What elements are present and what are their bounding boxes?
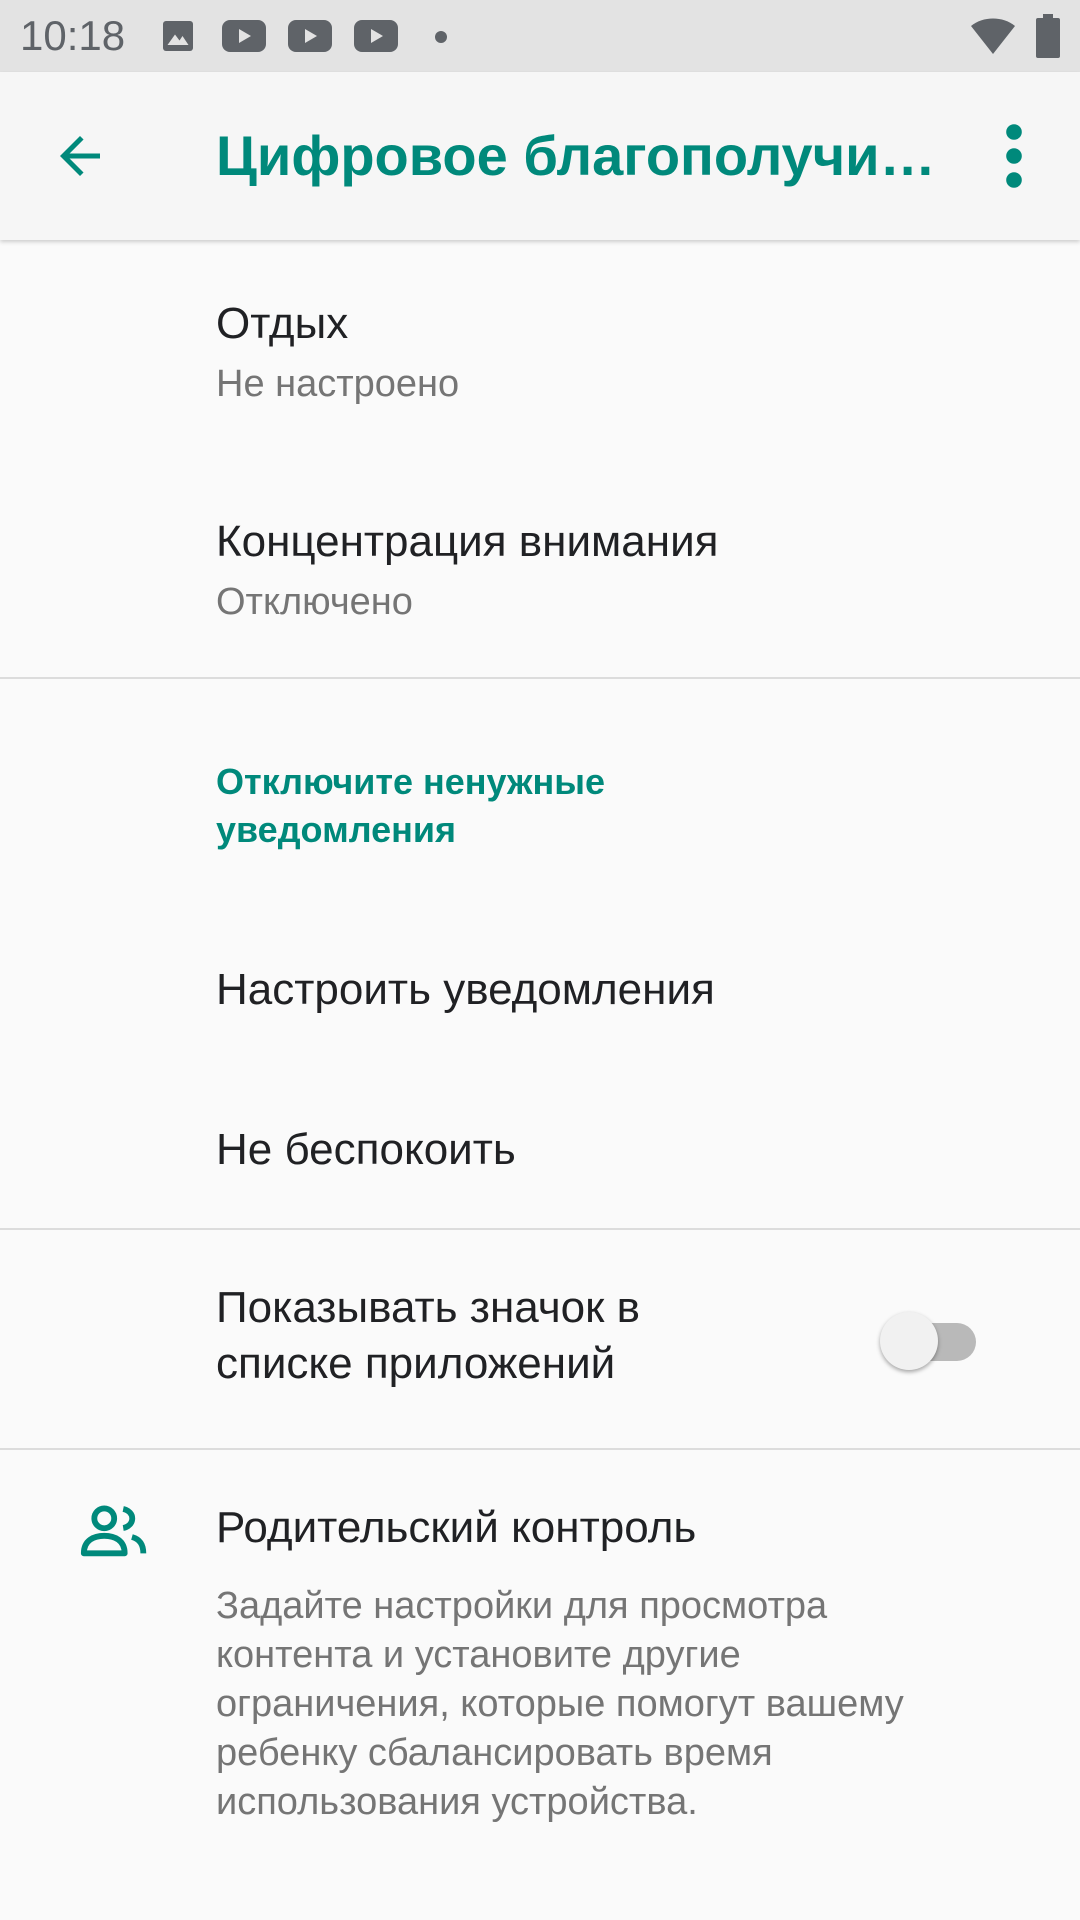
do-not-disturb-item[interactable]: Не беспокоить — [0, 1070, 1080, 1230]
switch-thumb — [880, 1312, 938, 1370]
focus-mode-summary: Отключено — [216, 581, 413, 623]
notification-dot-icon — [435, 31, 447, 43]
wifi-icon — [971, 18, 1015, 54]
more-vert-icon — [1006, 124, 1022, 188]
parental-controls-title: Родительский контроль — [216, 1503, 697, 1552]
focus-mode-title: Концентрация внимания — [216, 517, 719, 566]
parental-controls-summary: Задайте настройки для просмотра контента… — [216, 1582, 1036, 1827]
manage-notifications-title: Настроить уведомления — [216, 965, 715, 1014]
youtube-icon — [354, 20, 398, 52]
back-button[interactable] — [40, 116, 120, 196]
summary-line: контента и установите другие — [216, 1634, 741, 1676]
youtube-icon — [288, 20, 332, 52]
category-line-2: уведомления — [216, 809, 456, 850]
gallery-icon — [163, 21, 193, 51]
status-time: 10:18 — [20, 12, 126, 59]
divider — [0, 677, 1080, 679]
youtube-icon — [222, 20, 266, 52]
manage-notifications-item[interactable]: Настроить уведомления — [0, 910, 1080, 1070]
do-not-disturb-title: Не беспокоить — [216, 1125, 516, 1174]
page-title: Цифровое благополучи… — [216, 124, 936, 187]
battery-icon — [1036, 14, 1060, 58]
summary-line: Задайте настройки для просмотра — [216, 1585, 828, 1627]
wind-down-summary: Не настроено — [216, 363, 460, 405]
show-icon-item[interactable]: Показывать значок в списке приложений — [0, 1230, 1080, 1448]
wind-down-item[interactable]: Отдых Не настроено — [0, 240, 1080, 458]
app-bar: Цифровое благополучи… — [0, 72, 1080, 240]
summary-line: ограничения, которые помогут вашему — [216, 1683, 904, 1725]
notifications-category-header: Отключите ненужные уведомления — [216, 758, 605, 854]
focus-mode-item[interactable]: Концентрация внимания Отключено — [0, 458, 1080, 676]
status-bar: 10:18 — [0, 0, 1080, 72]
arrow-back-icon — [60, 136, 100, 176]
summary-line: использования устройства. — [216, 1781, 698, 1823]
show-icon-switch[interactable] — [880, 1308, 980, 1370]
show-icon-title: Показывать значок в списке приложений — [216, 1280, 640, 1392]
category-line-1: Отключите ненужные — [216, 761, 606, 802]
parental-controls-item[interactable]: Родительский контроль Задайте настройки … — [0, 1450, 1080, 1920]
more-options-button[interactable] — [988, 116, 1040, 196]
wind-down-title: Отдых — [216, 299, 349, 348]
show-icon-title-line-2: списке приложений — [216, 1339, 616, 1388]
summary-line: ребенку сбалансировать время — [216, 1732, 773, 1774]
show-icon-title-line-1: Показывать значок в — [216, 1283, 640, 1332]
people-icon — [80, 1505, 147, 1557]
